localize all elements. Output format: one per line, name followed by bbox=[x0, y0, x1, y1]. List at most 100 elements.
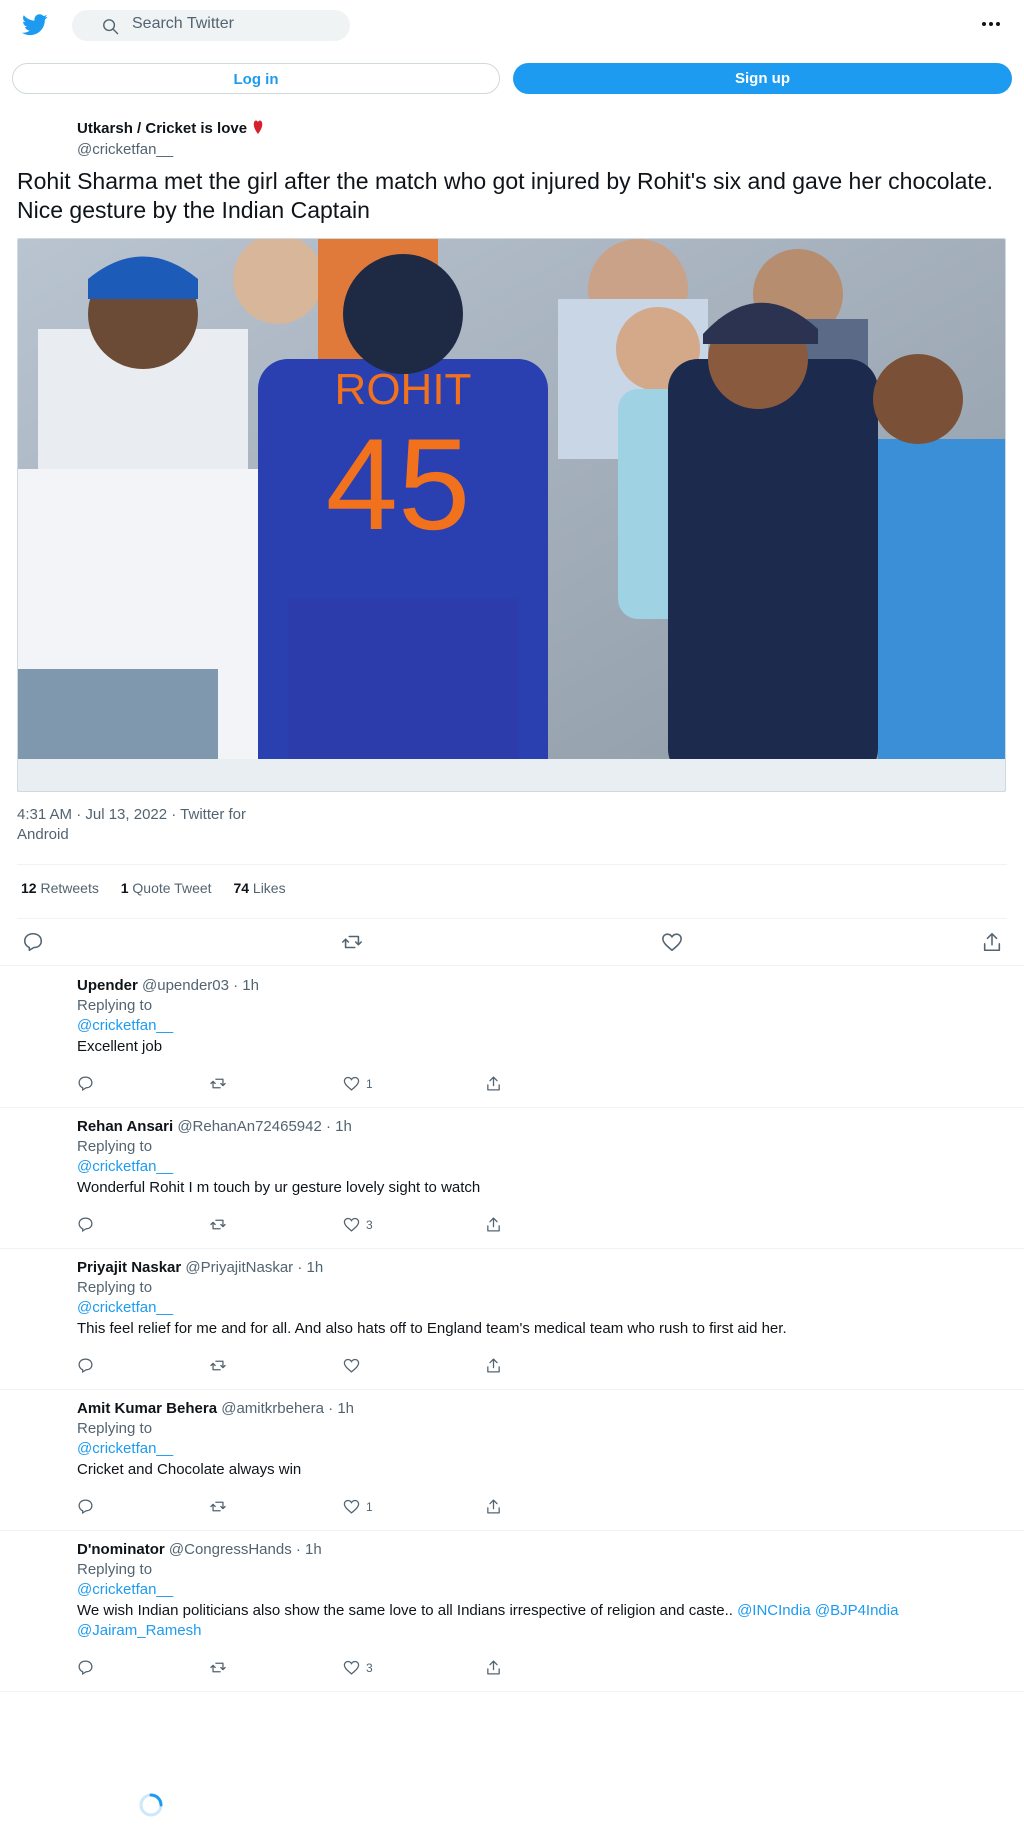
svg-text:45: 45 bbox=[326, 411, 471, 557]
quotes-count: 1 bbox=[120, 880, 129, 896]
retweet-icon bbox=[210, 1501, 226, 1512]
reply-like-button[interactable]: 1 bbox=[343, 1075, 373, 1093]
replying-label: Replying to bbox=[77, 1561, 153, 1578]
reply-author-meta[interactable]: @CongressHands · 1h bbox=[169, 1541, 322, 1558]
reply-like-button[interactable]: 3 bbox=[343, 1216, 373, 1234]
reply-like-count: 1 bbox=[366, 1499, 373, 1514]
reply-like-count: 3 bbox=[366, 1660, 373, 1675]
reply-author-meta[interactable]: @upender03 · 1h bbox=[142, 977, 259, 994]
divider bbox=[0, 1530, 1024, 1531]
like-icon bbox=[343, 1660, 360, 1675]
reply-author-name[interactable]: Upender bbox=[77, 977, 138, 994]
reply-retweet-button[interactable] bbox=[209, 1357, 227, 1375]
signup-button[interactable]: Sign up bbox=[513, 63, 1012, 94]
reply-item[interactable]: Amit Kumar Behera @amitkrbehera · 1h Rep… bbox=[0, 1400, 1024, 1530]
divider bbox=[0, 1691, 1024, 1692]
reply-author-name[interactable]: D'nominator bbox=[77, 1541, 165, 1558]
reply-share-button[interactable] bbox=[485, 1075, 502, 1093]
retweets-label: Retweets bbox=[40, 880, 99, 896]
retweet-icon bbox=[342, 935, 362, 949]
reply-text: Excellent job bbox=[77, 1038, 163, 1055]
divider bbox=[17, 918, 1007, 919]
reply-item[interactable]: Priyajit Naskar @PriyajitNaskar · 1h Rep… bbox=[0, 1259, 1024, 1389]
reply-author-meta[interactable]: @RehanAn72465942 · 1h bbox=[177, 1118, 352, 1135]
reply-author-name[interactable]: Rehan Ansari bbox=[77, 1118, 173, 1135]
replying-to-handle[interactable]: @cricketfan__ bbox=[77, 1158, 173, 1175]
reply-reply-button[interactable] bbox=[77, 1498, 94, 1516]
replying-to-handle[interactable]: @cricketfan__ bbox=[77, 1440, 173, 1457]
login-button[interactable]: Log in bbox=[12, 63, 500, 94]
mention-link[interactable]: @Jairam_Ramesh bbox=[77, 1622, 201, 1639]
replying-to-handle[interactable]: @cricketfan__ bbox=[77, 1299, 173, 1316]
reply-retweet-button[interactable] bbox=[209, 1216, 227, 1234]
reply-like-button[interactable]: 1 bbox=[343, 1498, 373, 1516]
share-button[interactable] bbox=[981, 931, 1003, 953]
like-button[interactable] bbox=[661, 931, 683, 953]
reply-retweet-button[interactable] bbox=[209, 1498, 227, 1516]
reply-reply-button[interactable] bbox=[77, 1357, 94, 1375]
share-icon bbox=[487, 1499, 500, 1514]
retweet-icon bbox=[210, 1360, 226, 1371]
reply-like-button[interactable]: 3 bbox=[343, 1659, 373, 1677]
retweet-icon bbox=[210, 1078, 226, 1089]
share-icon bbox=[487, 1217, 500, 1232]
retweet-icon bbox=[210, 1219, 226, 1230]
reply-item[interactable]: Rehan Ansari @RehanAn72465942 · 1h Reply… bbox=[0, 1118, 1024, 1248]
likes-count: 74 bbox=[233, 880, 250, 896]
share-icon bbox=[487, 1076, 500, 1091]
reply-share-button[interactable] bbox=[485, 1357, 502, 1375]
likes-stat[interactable]: 74 Likes bbox=[233, 880, 285, 896]
replying-label: Replying to bbox=[77, 1138, 153, 1155]
tweet-author-handle[interactable]: @cricketfan__ bbox=[77, 141, 173, 158]
reply-share-button[interactable] bbox=[485, 1659, 502, 1677]
tweet-author-name[interactable]: Utkarsh / Cricket is love bbox=[77, 119, 263, 137]
divider bbox=[0, 1248, 1024, 1249]
reply-item[interactable]: Upender @upender03 · 1h Replying to @cri… bbox=[0, 977, 1024, 1107]
retweets-count: 12 bbox=[21, 880, 37, 896]
tweet-photo[interactable]: ROHIT 45 bbox=[17, 238, 1006, 792]
reply-retweet-button[interactable] bbox=[209, 1659, 227, 1677]
reply-icon bbox=[23, 932, 43, 952]
reply-reply-button[interactable] bbox=[77, 1216, 94, 1234]
photo-illustration: ROHIT 45 bbox=[18, 239, 1005, 791]
reply-share-button[interactable] bbox=[485, 1498, 502, 1516]
reply-retweet-button[interactable] bbox=[209, 1075, 227, 1093]
divider bbox=[17, 864, 1007, 865]
replying-to-handle[interactable]: @cricketfan__ bbox=[77, 1581, 173, 1598]
reply-like-count: 3 bbox=[366, 1217, 373, 1232]
tweet-stats: 12 Retweets 1 Quote Tweet 74 Likes bbox=[21, 880, 304, 896]
search-input[interactable]: Search Twitter bbox=[72, 10, 350, 41]
reply-icon bbox=[78, 1660, 93, 1676]
reply-icon bbox=[78, 1217, 93, 1233]
like-icon bbox=[343, 1499, 360, 1514]
reply-header: Rehan Ansari @RehanAn72465942 · 1h bbox=[77, 1118, 352, 1135]
twitter-bird-icon[interactable] bbox=[22, 14, 48, 36]
reply-author-name[interactable]: Priyajit Naskar bbox=[77, 1259, 181, 1276]
reply-text: We wish Indian politicians also show the… bbox=[77, 1601, 997, 1641]
loading-spinner-icon bbox=[139, 1793, 163, 1817]
reply-text: Cricket and Chocolate always win bbox=[77, 1461, 302, 1478]
heart-emoji-icon bbox=[253, 120, 263, 134]
author-name-text: Utkarsh / Cricket is love bbox=[77, 120, 248, 137]
share-icon bbox=[983, 932, 1001, 952]
reply-button[interactable] bbox=[22, 931, 44, 953]
tweet-timestamp[interactable]: 4:31 AM · Jul 13, 2022 · Twitter for And… bbox=[17, 805, 257, 845]
reply-reply-button[interactable] bbox=[77, 1659, 94, 1677]
retweet-button[interactable] bbox=[341, 931, 363, 953]
more-icon[interactable] bbox=[979, 14, 1003, 34]
reply-like-button[interactable] bbox=[343, 1357, 366, 1375]
search-icon bbox=[103, 19, 119, 35]
replying-to-handle[interactable]: @cricketfan__ bbox=[77, 1017, 173, 1034]
reply-share-button[interactable] bbox=[485, 1216, 502, 1234]
reply-icon bbox=[78, 1076, 93, 1092]
retweets-stat[interactable]: 12 Retweets bbox=[21, 880, 99, 896]
reply-author-meta[interactable]: @PriyajitNaskar · 1h bbox=[185, 1259, 323, 1276]
reply-reply-button[interactable] bbox=[77, 1075, 94, 1093]
mention-link[interactable]: @INCIndia bbox=[737, 1602, 811, 1619]
like-icon bbox=[662, 933, 682, 952]
reply-author-name[interactable]: Amit Kumar Behera bbox=[77, 1400, 217, 1417]
mention-link[interactable]: @BJP4India bbox=[815, 1602, 899, 1619]
reply-item[interactable]: D'nominator @CongressHands · 1h Replying… bbox=[0, 1541, 1024, 1691]
quotes-stat[interactable]: 1 Quote Tweet bbox=[121, 880, 212, 896]
reply-author-meta[interactable]: @amitkrbehera · 1h bbox=[221, 1400, 354, 1417]
